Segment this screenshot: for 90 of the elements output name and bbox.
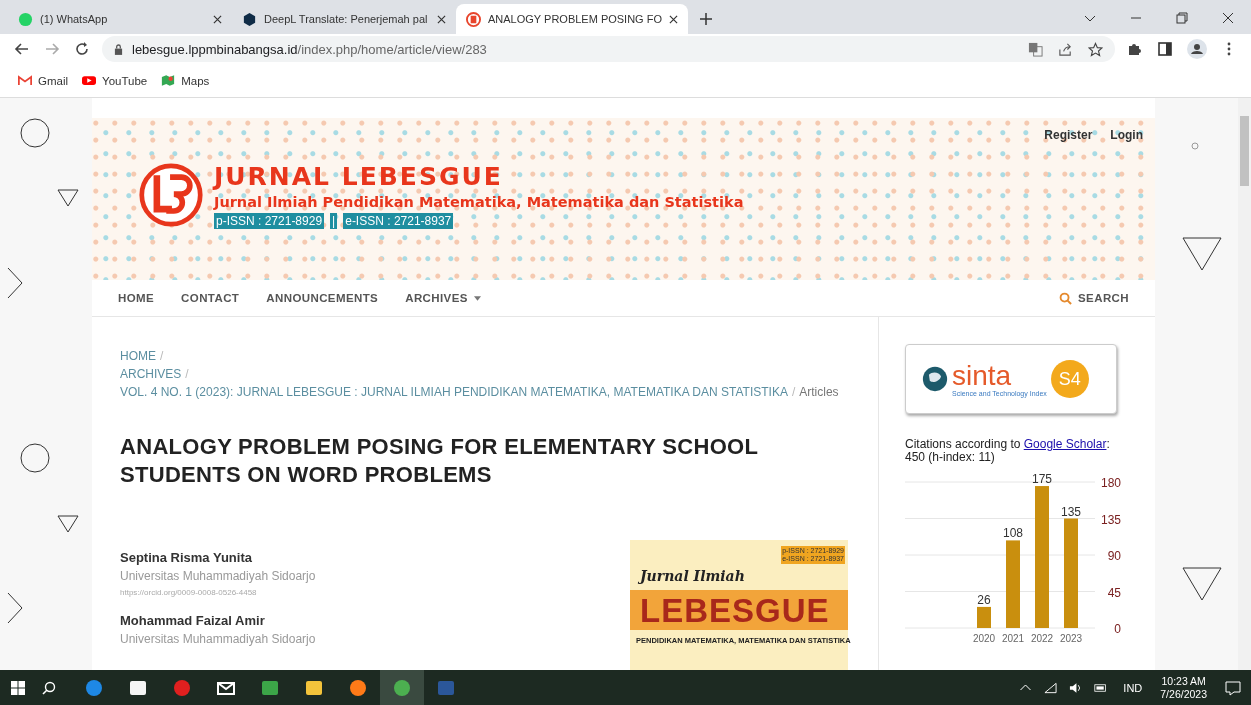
reload-icon[interactable] [74,41,90,57]
puzzle-icon[interactable] [1127,41,1143,57]
browser-tab[interactable]: (1) WhatsApp [8,4,232,34]
axis-tick-label: 2022 [1030,633,1054,644]
cover-title: LEBESGUE [630,590,848,630]
axis-tick-label: 135 [1100,512,1121,527]
address-field[interactable]: lebesgue.lppmbinabangsa.id/index.php/home/article/view/283 [102,36,1115,62]
browser-tab[interactable]: DeepL Translate: Penerjemah pal [232,4,456,34]
author-affiliation: Universitas Muhammadiyah Sidoarjo [120,632,316,646]
bookmark-link[interactable]: YouTube [82,74,148,87]
tab-title: DeepL Translate: Penerjemah pal [264,13,429,25]
axis-tick-label: 0 [1114,622,1121,636]
close-icon[interactable] [669,14,678,24]
scrollbar[interactable] [1238,98,1251,670]
nav-link[interactable]: CONTACT [181,292,240,305]
globe-icon [922,366,948,392]
bookmark-link[interactable]: Gmail [18,74,69,87]
journal-title: JURNAL LEBESGUE [214,162,504,191]
tab-title: ANALOGY PROBLEM POSING FO [488,13,662,25]
side-panel-icon[interactable] [1157,41,1173,57]
app-icon [348,677,368,698]
language-indicator[interactable]: IND [1123,681,1143,694]
nav-link[interactable]: ARCHIVES [405,292,481,305]
back-icon[interactable] [14,41,30,57]
issn-label: p-ISSN : 2721-8929 [214,213,325,229]
close-icon[interactable] [213,14,222,24]
author-name: Septina Risma Yunita [120,550,253,565]
sinta-rank: S4 [1050,360,1089,398]
mail-icon [18,75,32,86]
breadcrumb-separator: / [160,349,164,363]
article-title: ANALOGY PROBLEM POSING FOR ELEMENTARY SCHOOL STUDENTS ON WORD PROBLEMS [120,433,759,489]
star-icon[interactable] [1088,41,1103,57]
clock[interactable]: 10:23 AM 7/26/2023 [1160,674,1207,701]
nav-link[interactable]: ANNOUNCEMENTS [266,292,379,305]
author-name: Mohammad Faizal Amir [120,613,266,628]
breadcrumb-link[interactable]: ARCHIVES [120,367,182,381]
axis-tick-label: 2023 [1059,633,1083,644]
url-text: lebesgue.lppmbinabangsa.id/index.php/home/article/view/283 [132,41,487,57]
tab-title: (1) WhatsApp [40,13,109,25]
notification-icon[interactable] [1225,679,1241,696]
translate-icon[interactable] [1028,41,1043,57]
data-label: 108 [1003,526,1023,541]
nav-link[interactable]: HOME [118,292,155,305]
breadcrumb-link[interactable]: HOME [120,349,156,363]
close-icon[interactable] [1222,12,1234,24]
windows-start-icon[interactable] [10,679,26,696]
axis-tick-label: 2020 [972,633,996,644]
data-label: 26 [977,592,991,607]
breadcrumb-link[interactable]: VOL. 4 NO. 1 (2023): JURNAL LEBESGUE : JURNAL ILMIAH PENDIDIKAN MATEMATIKA, MATEMATIKA DAN STATISTIKA [120,385,788,399]
breadcrumb-separator: / [791,385,796,399]
battery-icon[interactable] [1094,681,1108,694]
wifi-icon[interactable] [1044,681,1058,694]
issn-separator: | [330,213,338,229]
logo-icon [138,162,204,228]
app-icon [392,677,412,698]
profile-icon[interactable] [1187,39,1207,59]
restore-icon[interactable] [1176,12,1188,24]
citations-text: Citations according to Google Scholar: 450 (h-index: 11) [905,438,1111,464]
data-label: 135 [1061,504,1081,519]
cover-script-title: Jurnal Ilmiah [637,568,746,584]
logo-icon [466,11,481,27]
axis-tick-label: 45 [1107,585,1121,600]
app-icon [172,677,192,698]
search-icon[interactable] [41,679,57,696]
journal-subtitle: Jurnal Ilmiah Pendidikan Matematika, Matematika dan Statistika [214,194,744,210]
data-label: 175 [1032,472,1052,487]
lock-icon [114,43,123,55]
issn-label: e-ISSN : 2721-8937 [343,213,454,229]
play-icon [82,75,97,86]
axis-tick-label: 90 [1107,549,1121,563]
author-affiliation: Universitas Muhammadiyah Sidoarjo [120,569,316,583]
speaker-icon[interactable] [1069,681,1083,694]
browser-tab[interactable]: ANALOGY PROBLEM POSING FO [456,4,688,34]
user-link[interactable]: Login [1110,128,1143,142]
breadcrumb-separator: / [185,367,189,381]
new-tab-icon[interactable] [700,13,712,25]
breadcrumb-current: Articles [799,385,839,399]
search-link[interactable]: SEARCH [1059,291,1129,305]
share-icon[interactable] [1058,41,1073,57]
axis-tick-label: 180 [1100,476,1121,490]
chart-bar [977,606,991,628]
bookmark-link[interactable]: Maps [161,74,210,87]
hexagon-icon [242,11,257,27]
axis-tick-label: 2021 [1001,633,1025,644]
map-icon [161,75,176,86]
close-icon[interactable] [437,14,446,24]
user-link[interactable]: Register [1044,128,1093,142]
app-icon [84,677,104,698]
search-icon [1059,291,1073,305]
sinta-wordmark: sinta [952,361,1013,390]
